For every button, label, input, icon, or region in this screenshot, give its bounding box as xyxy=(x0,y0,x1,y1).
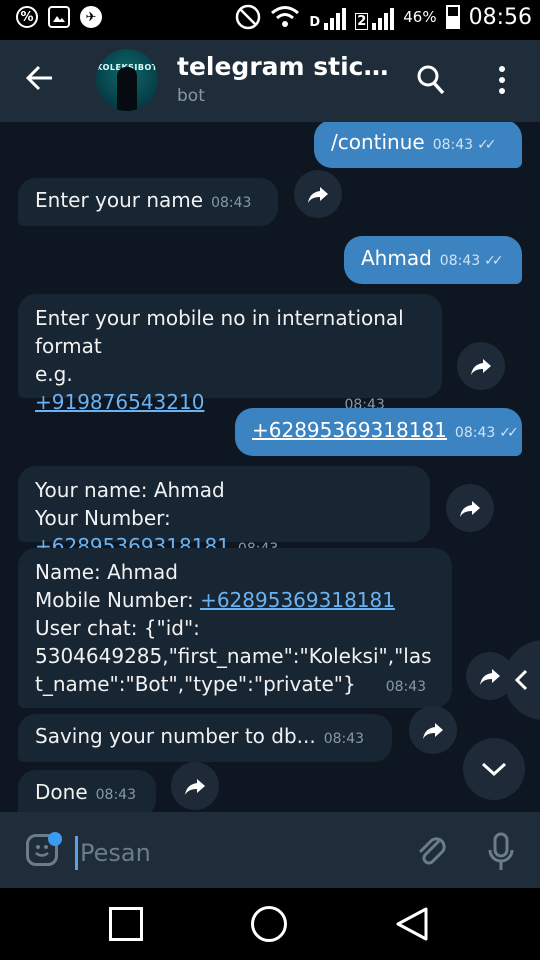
message-text: Enter your name xyxy=(35,188,204,212)
status-bar: % ✈ D 2 46% 08:56 xyxy=(0,0,540,40)
status-left-icons: % ✈ xyxy=(16,6,102,28)
back-button[interactable] xyxy=(394,906,430,942)
message-list[interactable]: /continue 08:43 ✓✓ Enter your name 08:43 Ah… xyxy=(0,122,540,812)
network-badge: 2 xyxy=(355,13,369,30)
attach-icon[interactable] xyxy=(416,834,448,870)
message-line: Enter your mobile no in international xyxy=(35,306,404,330)
read-ticks-icon: ✓✓ xyxy=(484,253,504,269)
phone-link[interactable]: +62895369318181 xyxy=(200,588,395,612)
message-outgoing[interactable]: Ahmad 08:43 ✓✓ xyxy=(344,236,522,284)
message-text: Ahmad xyxy=(361,246,432,270)
message-outgoing[interactable]: /continue 08:43 ✓✓ xyxy=(314,122,522,168)
message-line: Your Number: xyxy=(35,506,171,530)
message-incoming[interactable]: Done 08:43 xyxy=(18,770,156,812)
do-not-disturb-icon xyxy=(236,4,261,30)
read-ticks-icon: ✓✓ xyxy=(477,137,497,153)
microphone-icon[interactable] xyxy=(486,832,516,872)
message-line: User chat: {"id": xyxy=(35,616,200,640)
battery-percent: 46% xyxy=(403,8,437,26)
message-line: Your name: Ahmad xyxy=(35,478,225,502)
side-panel-handle[interactable] xyxy=(504,640,540,720)
wifi-icon xyxy=(271,6,300,27)
message-line: 5304649285,"first_name":"Koleksi","las xyxy=(35,644,432,668)
clock: 08:56 xyxy=(468,4,532,30)
image-icon xyxy=(48,6,70,28)
message-composer xyxy=(0,812,540,888)
read-ticks-icon: ✓✓ xyxy=(499,425,519,441)
avatar[interactable]: KOLEKSIBOT xyxy=(96,49,158,111)
message-text: Done xyxy=(35,780,88,804)
forward-icon[interactable] xyxy=(294,170,342,218)
message-line: format xyxy=(35,334,102,358)
forward-icon[interactable] xyxy=(446,484,494,532)
forward-icon[interactable] xyxy=(171,762,219,810)
message-time: 08:43 xyxy=(454,425,496,441)
chat-title[interactable]: telegram sticker... xyxy=(177,52,397,81)
scroll-down-button[interactable] xyxy=(463,738,525,800)
message-incoming[interactable]: Enter your name 08:43 xyxy=(18,178,278,226)
back-arrow-icon[interactable] xyxy=(25,60,54,100)
notification-dot xyxy=(48,832,62,846)
avatar-figure xyxy=(117,67,137,111)
system-navigation-bar xyxy=(0,888,540,960)
phone-link[interactable]: +62895369318181 xyxy=(252,418,447,442)
status-right-icons: D 2 46% 08:56 xyxy=(235,4,532,30)
chevron-down-icon xyxy=(481,762,507,777)
message-incoming[interactable]: Saving your number to db... 08:43 xyxy=(18,714,392,762)
message-input[interactable] xyxy=(78,838,382,868)
forward-icon[interactable] xyxy=(409,706,457,754)
message-line: e.g. xyxy=(35,362,73,386)
message-time: 08:43 xyxy=(432,137,474,153)
chat-subtitle: bot xyxy=(177,86,205,106)
message-time: 08:43 xyxy=(385,679,427,695)
message-line: Name: Ahmad xyxy=(35,560,178,584)
search-icon[interactable] xyxy=(416,64,446,96)
message-line: Mobile Number: xyxy=(35,588,201,612)
message-text: Saving your number to db... xyxy=(35,724,316,748)
recent-apps-button[interactable] xyxy=(109,907,143,941)
chevron-left-icon xyxy=(514,669,528,691)
home-button[interactable] xyxy=(251,906,287,942)
forward-icon[interactable] xyxy=(457,342,505,390)
battery-icon xyxy=(445,5,460,29)
signal-icon-1: D xyxy=(309,4,347,30)
message-incoming[interactable]: Your name: Ahmad Your Number: +628953693… xyxy=(18,466,430,558)
signal-icon-2: 2 xyxy=(355,4,395,30)
message-outgoing[interactable]: +62895369318181 08:43 ✓✓ xyxy=(235,408,522,456)
message-time: 08:43 xyxy=(211,195,252,211)
message-incoming[interactable]: Enter your mobile no in international fo… xyxy=(18,294,442,414)
more-options-icon[interactable] xyxy=(496,66,508,96)
chat-header: KOLEKSIBOT telegram sticker... bot xyxy=(0,40,540,122)
message-text: /continue xyxy=(331,130,425,154)
message-time: 08:43 xyxy=(323,731,365,747)
message-incoming[interactable]: Name: Ahmad Mobile Number: +628953693181… xyxy=(18,548,452,708)
message-line: t_name":"Bot","type":"private"} xyxy=(35,672,356,696)
phone-link[interactable]: +919876543210 xyxy=(35,390,204,414)
telegram-notification-icon: ✈ xyxy=(80,6,102,28)
percent-icon: % xyxy=(16,6,38,28)
message-time: 08:43 xyxy=(95,787,136,803)
message-time: 08:43 xyxy=(439,253,481,269)
